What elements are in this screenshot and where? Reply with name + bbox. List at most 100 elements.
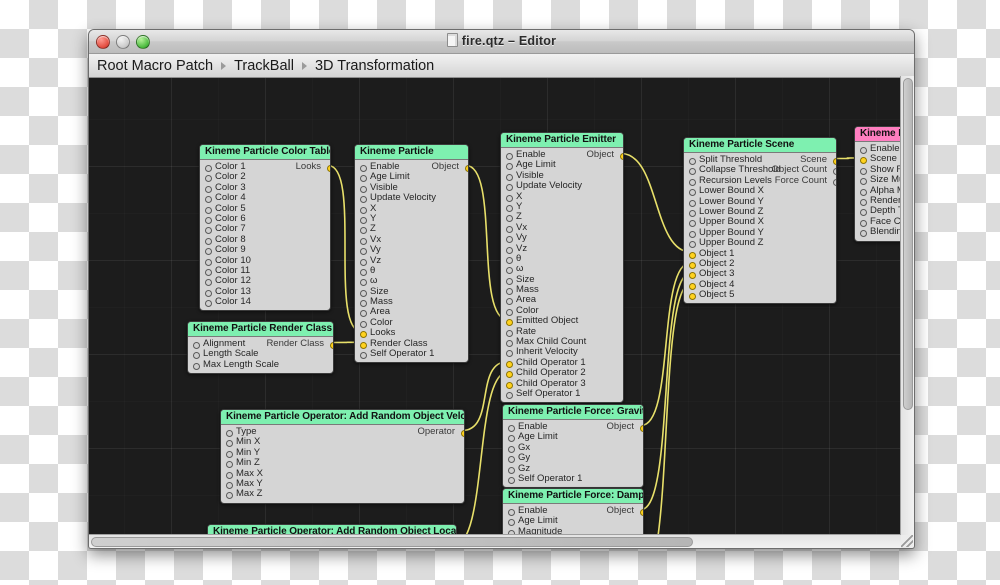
input-port-dot[interactable] [506, 350, 513, 358]
input-port-dot[interactable] [205, 300, 212, 308]
input-port-dot[interactable] [360, 227, 367, 235]
input-port-dot[interactable] [860, 147, 867, 154]
input-port-dot[interactable] [508, 425, 515, 432]
input-port-dot[interactable] [360, 310, 367, 318]
output-port-dot[interactable] [329, 342, 333, 349]
input-port-dot[interactable] [506, 340, 513, 348]
patch-node-emitter[interactable]: Kineme Particle Emitter Enable Object Age L… [500, 132, 624, 404]
input-port-dot[interactable] [360, 206, 367, 214]
node-title-force-gravity[interactable]: Kineme Particle Force: Gravity [503, 405, 643, 420]
input-port-dot[interactable] [360, 341, 367, 349]
breadcrumb-item-root[interactable]: Root Macro Patch [95, 58, 215, 74]
input-port-dot[interactable] [205, 258, 212, 266]
horizontal-scrollbar[interactable] [89, 534, 901, 548]
input-port-dot[interactable] [689, 168, 696, 176]
input-port-dot[interactable] [506, 381, 513, 389]
input-port-dot[interactable] [506, 163, 513, 171]
input-port-dot[interactable] [508, 509, 515, 516]
input-port-dot[interactable] [205, 206, 212, 214]
input-port-dot[interactable] [205, 227, 212, 235]
input-port-dot[interactable] [360, 248, 367, 256]
node-title-force-damping[interactable]: Kineme Particle Force: Damping [503, 489, 643, 504]
vertical-scrollbar[interactable] [900, 76, 914, 548]
input-port-dot[interactable] [860, 178, 867, 186]
input-port-dot[interactable] [226, 440, 233, 448]
input-port-dot[interactable] [193, 362, 200, 370]
input-port-dot[interactable] [360, 258, 367, 266]
input-port-dot[interactable] [506, 288, 513, 296]
input-port-dot[interactable] [205, 175, 212, 183]
input-port-dot[interactable] [360, 320, 367, 328]
input-port-dot[interactable] [689, 209, 696, 217]
patch-canvas[interactable]: Kineme Particle Color Table Color 1 Looks C… [89, 78, 914, 548]
input-port-dot[interactable] [360, 196, 367, 204]
breadcrumb-item-3d-transformation[interactable]: 3D Transformation [313, 58, 436, 74]
input-port-dot[interactable] [508, 445, 515, 453]
output-port-dot[interactable] [619, 153, 623, 160]
input-port-dot[interactable] [689, 230, 696, 238]
input-port-dot[interactable] [689, 251, 696, 259]
input-port-dot[interactable] [506, 298, 513, 306]
input-port-dot[interactable] [360, 185, 367, 193]
input-port-dot[interactable] [689, 282, 696, 290]
patch-node-particle[interactable]: Kineme Particle Enable Object Age Limit Visi… [354, 144, 469, 364]
input-port-dot[interactable] [506, 308, 513, 316]
patch-node-scene[interactable]: Kineme Particle Scene Split Threshold Scen… [683, 137, 837, 305]
input-port-dot[interactable] [508, 456, 515, 464]
input-port-dot[interactable] [506, 256, 513, 264]
input-port-dot[interactable] [506, 267, 513, 275]
input-port-dot[interactable] [506, 225, 513, 233]
node-title-scene[interactable]: Kineme Particle Scene [684, 138, 836, 153]
input-port-dot[interactable] [205, 289, 212, 297]
input-port-dot[interactable] [689, 220, 696, 228]
input-port-dot[interactable] [506, 391, 513, 399]
input-port-dot[interactable] [508, 466, 515, 474]
input-port-dot[interactable] [860, 209, 867, 217]
input-port-dot[interactable] [360, 352, 367, 360]
input-port-dot[interactable] [226, 481, 233, 489]
input-port-dot[interactable] [226, 461, 233, 469]
input-port-dot[interactable] [360, 175, 367, 183]
breadcrumb-item-trackball[interactable]: TrackBall [232, 58, 296, 74]
wire[interactable] [640, 272, 692, 511]
node-title-emitter[interactable]: Kineme Particle Emitter [501, 133, 623, 148]
input-port-dot[interactable] [860, 198, 867, 206]
input-port-dot[interactable] [506, 184, 513, 192]
output-port-dot[interactable] [832, 158, 836, 165]
input-port-dot[interactable] [360, 237, 367, 245]
input-port-dot[interactable] [205, 237, 212, 245]
input-port-dot[interactable] [226, 430, 233, 437]
input-port-dot[interactable] [508, 435, 515, 443]
input-port-dot[interactable] [226, 492, 233, 500]
wire[interactable] [620, 152, 692, 253]
input-port-dot[interactable] [506, 173, 513, 181]
input-port-dot[interactable] [205, 279, 212, 287]
input-port-dot[interactable] [689, 158, 696, 165]
input-port-dot[interactable] [506, 246, 513, 254]
input-port-dot[interactable] [506, 319, 513, 327]
input-port-dot[interactable] [226, 471, 233, 479]
vertical-scroll-thumb[interactable] [903, 78, 913, 410]
input-port-dot[interactable] [860, 167, 867, 175]
node-title-render-class[interactable]: Kineme Particle Render Class [188, 322, 333, 337]
input-port-dot[interactable] [226, 450, 233, 458]
input-port-dot[interactable] [689, 261, 696, 269]
input-port-dot[interactable] [360, 216, 367, 224]
input-port-dot[interactable] [205, 185, 212, 193]
input-port-dot[interactable] [689, 293, 696, 301]
input-port-dot[interactable] [506, 371, 513, 379]
input-port-dot[interactable] [360, 279, 367, 287]
input-port-dot[interactable] [506, 204, 513, 212]
input-port-dot[interactable] [205, 248, 212, 256]
input-port-dot[interactable] [360, 289, 367, 297]
resize-grip[interactable] [901, 535, 913, 547]
input-port-dot[interactable] [506, 277, 513, 285]
output-port-dot[interactable] [639, 425, 643, 432]
node-title-op-velocity[interactable]: Kineme Particle Operator: Add Random Obj… [221, 410, 464, 425]
node-title-particle[interactable]: Kineme Particle [355, 145, 468, 160]
input-port-dot[interactable] [506, 236, 513, 244]
input-port-dot[interactable] [508, 476, 515, 484]
window-titlebar[interactable]: fire.qtz – Editor [89, 30, 914, 54]
input-port-dot[interactable] [360, 331, 367, 339]
input-port-dot[interactable] [205, 165, 212, 172]
